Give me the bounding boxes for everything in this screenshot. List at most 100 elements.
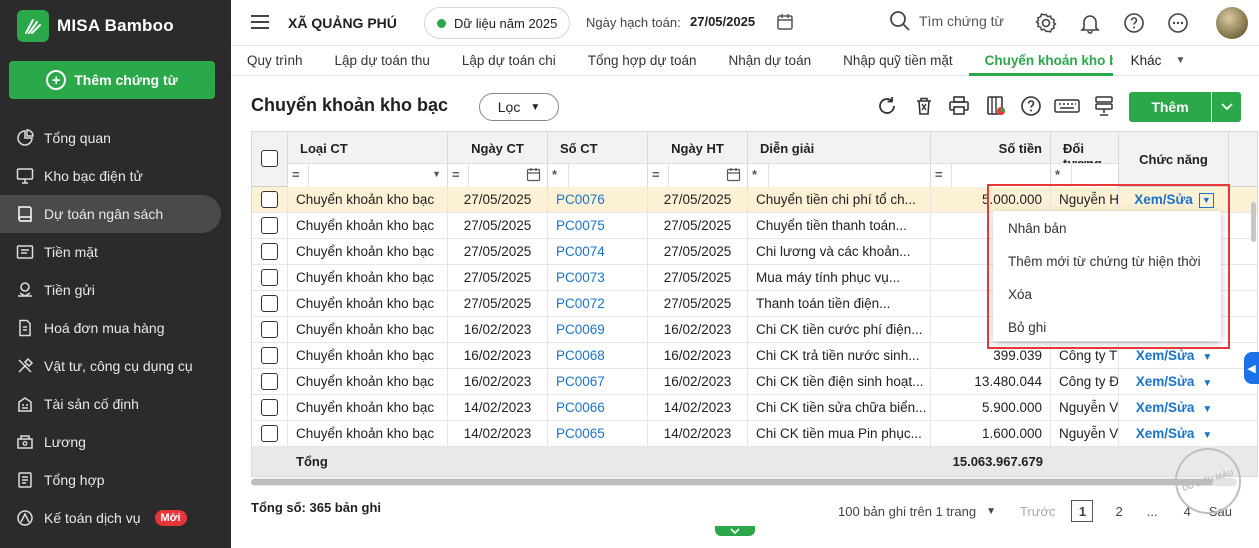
column-header-7[interactable]: Chức năng bbox=[1119, 132, 1229, 187]
cell-no[interactable]: PC0068 bbox=[548, 343, 648, 369]
column-filter[interactable]: = bbox=[648, 163, 747, 187]
prev-page-button[interactable]: Trước bbox=[1020, 504, 1056, 519]
action-dropdown-chevron-icon[interactable]: ▼ bbox=[1198, 192, 1214, 208]
collapse-toggle[interactable] bbox=[715, 526, 755, 536]
column-filter[interactable]: * bbox=[748, 163, 930, 187]
add-button[interactable]: Thêm bbox=[1129, 92, 1211, 122]
sidebar-item-10[interactable]: Kế toán dịch vụ Mới bbox=[0, 499, 231, 537]
column-filter[interactable]: = bbox=[448, 163, 547, 187]
row-checkbox[interactable] bbox=[261, 425, 278, 442]
column-header-4[interactable]: Diễn giải * bbox=[748, 132, 931, 187]
action-dropdown-chevron-icon[interactable]: ▼ bbox=[1202, 430, 1212, 441]
page-button-current[interactable]: 1 bbox=[1071, 500, 1094, 522]
row-checkbox[interactable] bbox=[261, 295, 278, 312]
menu-item-2[interactable]: Xóa bbox=[993, 278, 1221, 311]
settings-gear-icon[interactable] bbox=[1035, 12, 1057, 34]
table-row[interactable]: Chuyển khoản kho bạc 14/02/2023 PC0066 14/0… bbox=[252, 395, 1257, 421]
tab-0[interactable]: Quy trình bbox=[231, 46, 319, 76]
column-header-0[interactable]: Loại CT = ▼ bbox=[288, 132, 448, 187]
row-checkbox[interactable] bbox=[261, 399, 278, 416]
table-row[interactable]: Chuyển khoản kho bạc 16/02/2023 PC0068 16/0… bbox=[252, 343, 1257, 369]
row-checkbox[interactable] bbox=[261, 243, 278, 260]
data-year-selector[interactable]: Dữ liệu năm 2025 bbox=[424, 7, 571, 39]
sidebar-item-2[interactable]: Dự toán ngân sách bbox=[0, 195, 221, 233]
row-checkbox[interactable] bbox=[261, 347, 278, 364]
view-edit-link[interactable]: Xem/Sửa bbox=[1136, 400, 1195, 415]
add-dropdown-chevron-icon[interactable] bbox=[1212, 92, 1241, 122]
row-checkbox[interactable] bbox=[261, 217, 278, 234]
tab-1[interactable]: Lập dự toán thu bbox=[319, 46, 446, 76]
cell-no[interactable]: PC0073 bbox=[548, 265, 648, 291]
menu-item-3[interactable]: Bỏ ghi bbox=[993, 311, 1221, 344]
hamburger-menu-icon[interactable] bbox=[251, 15, 269, 33]
action-dropdown-chevron-icon[interactable]: ▼ bbox=[1202, 352, 1212, 363]
notification-bell-icon[interactable] bbox=[1079, 12, 1101, 34]
filter-operator[interactable]: = bbox=[935, 167, 943, 182]
page-size-selector[interactable]: 100 bản ghi trên 1 trang bbox=[838, 504, 976, 519]
posting-date-value[interactable]: 27/05/2025 bbox=[690, 14, 755, 29]
add-voucher-button[interactable]: + Thêm chứng từ bbox=[9, 61, 215, 99]
filter-operator[interactable]: * bbox=[752, 167, 757, 182]
row-checkbox[interactable] bbox=[261, 269, 278, 286]
filter-operator[interactable]: = bbox=[452, 167, 460, 182]
cell-no[interactable]: PC0066 bbox=[548, 395, 648, 421]
filter-operator[interactable]: = bbox=[292, 167, 300, 182]
filter-operator[interactable]: = bbox=[652, 167, 660, 182]
chevron-down-icon[interactable]: ▼ bbox=[432, 169, 441, 179]
organization-name[interactable]: XÃ QUẢNG PHÚ bbox=[288, 15, 397, 31]
view-edit-link[interactable]: Xem/Sửa bbox=[1136, 348, 1195, 363]
chevron-down-icon[interactable]: ▼ bbox=[986, 506, 996, 517]
sidebar-item-7[interactable]: Tài sản cố định bbox=[0, 385, 231, 423]
cell-no[interactable]: PC0076 bbox=[548, 187, 648, 213]
vertical-scrollbar[interactable] bbox=[1251, 202, 1256, 242]
table-row[interactable]: Chuyển khoản kho bạc 27/05/2025 PC0076 27/0… bbox=[252, 187, 1257, 213]
action-dropdown-chevron-icon[interactable]: ▼ bbox=[1202, 404, 1212, 415]
column-filter[interactable]: * bbox=[548, 163, 647, 187]
sitemap-icon[interactable] bbox=[1093, 95, 1115, 117]
refresh-icon[interactable] bbox=[876, 95, 898, 117]
view-edit-link[interactable]: Xem/Sửa bbox=[1134, 192, 1193, 207]
sidebar-item-5[interactable]: Hoá đơn mua hàng bbox=[0, 309, 231, 347]
tab-2[interactable]: Lập dự toán chi bbox=[446, 46, 572, 76]
print-icon[interactable] bbox=[948, 95, 970, 117]
sidebar-item-3[interactable]: Tiền mặt bbox=[0, 233, 231, 271]
calendar-icon[interactable] bbox=[776, 13, 794, 34]
column-header-3[interactable]: Ngày HT = bbox=[648, 132, 748, 187]
menu-item-0[interactable]: Nhân bản bbox=[993, 212, 1221, 245]
tab-3[interactable]: Tổng hợp dự toán bbox=[572, 46, 713, 76]
tab-6[interactable]: Chuyển khoản kho bạc bbox=[968, 46, 1113, 76]
filter-operator[interactable]: * bbox=[552, 167, 557, 182]
filter-button[interactable]: Lọc ▼ bbox=[479, 93, 559, 121]
view-edit-link[interactable]: Xem/Sửa bbox=[1136, 426, 1195, 441]
table-row[interactable]: Chuyển khoản kho bạc 16/02/2023 PC0067 16/0… bbox=[252, 369, 1257, 395]
tab-4[interactable]: Nhận dự toán bbox=[712, 46, 827, 76]
cell-no[interactable]: PC0067 bbox=[548, 369, 648, 395]
cell-no[interactable]: PC0075 bbox=[548, 213, 648, 239]
column-header-6[interactable]: Đối tượng* bbox=[1051, 132, 1119, 187]
table-row[interactable]: Chuyển khoản kho bạc 14/02/2023 PC0065 14/0… bbox=[252, 421, 1257, 447]
tab-more[interactable]: Khác ▼ bbox=[1113, 53, 1198, 68]
column-filter[interactable]: * bbox=[1051, 163, 1118, 187]
user-avatar[interactable] bbox=[1216, 7, 1248, 39]
action-dropdown-chevron-icon[interactable]: ▼ bbox=[1202, 378, 1212, 389]
sidebar-item-6[interactable]: Vật tư, công cụ dụng cụ bbox=[0, 347, 231, 385]
column-filter[interactable]: = ▼ bbox=[288, 163, 447, 187]
page-button[interactable]: 2 bbox=[1115, 504, 1122, 519]
expand-panel-chevron-icon[interactable]: ◀ bbox=[1244, 352, 1259, 384]
more-options-icon[interactable] bbox=[1167, 12, 1189, 34]
tab-5[interactable]: Nhập quỹ tiền mặt bbox=[827, 46, 969, 76]
cell-no[interactable]: PC0072 bbox=[548, 291, 648, 317]
column-filter[interactable]: = bbox=[931, 163, 1050, 187]
sidebar-item-4[interactable]: Tiền gửi bbox=[0, 271, 231, 309]
column-header-5[interactable]: Số tiền = bbox=[931, 132, 1051, 187]
cell-no[interactable]: PC0069 bbox=[548, 317, 648, 343]
row-checkbox[interactable] bbox=[261, 191, 278, 208]
delete-trash-icon[interactable] bbox=[913, 95, 935, 117]
filter-operator[interactable]: * bbox=[1055, 167, 1060, 182]
sidebar-item-1[interactable]: Kho bạc điện tử bbox=[0, 157, 231, 195]
calendar-icon[interactable] bbox=[726, 167, 741, 182]
column-header-2[interactable]: Số CT * bbox=[548, 132, 648, 187]
cell-no[interactable]: PC0074 bbox=[548, 239, 648, 265]
help-icon[interactable] bbox=[1123, 12, 1145, 34]
sidebar-item-0[interactable]: Tổng quan bbox=[0, 119, 231, 157]
